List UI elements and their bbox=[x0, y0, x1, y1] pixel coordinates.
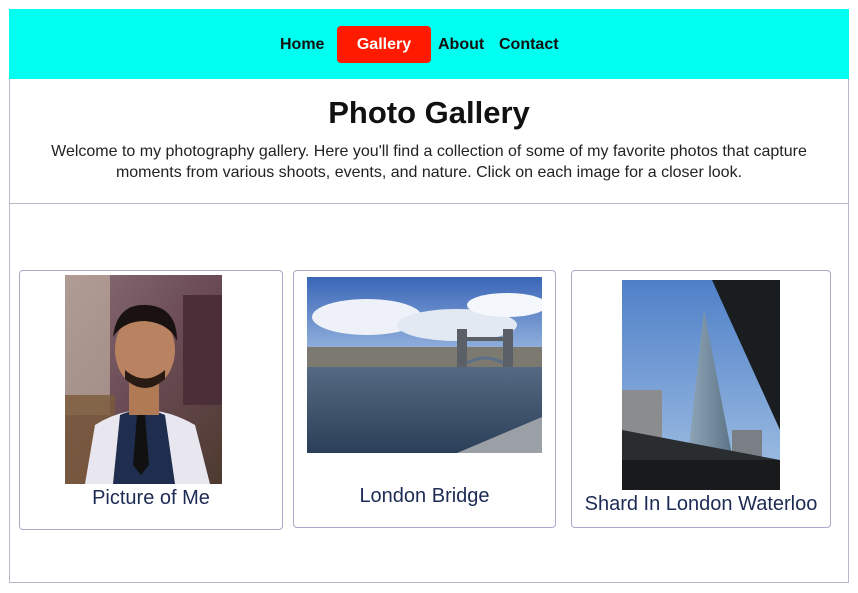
gallery-header: Photo Gallery Welcome to my photography … bbox=[9, 79, 849, 204]
shard-photo[interactable] bbox=[622, 280, 780, 490]
bridge-image bbox=[307, 277, 542, 453]
nav-about-link[interactable]: About bbox=[438, 26, 484, 63]
shard-image bbox=[622, 280, 780, 490]
page-title: Photo Gallery bbox=[328, 95, 530, 130]
top-nav: Home Gallery About Contact bbox=[9, 9, 849, 79]
nav-contact-link[interactable]: Contact bbox=[499, 26, 559, 63]
portrait-photo[interactable] bbox=[65, 275, 222, 484]
portrait-image bbox=[65, 275, 222, 484]
bridge-photo[interactable] bbox=[307, 277, 542, 453]
photo-card-me[interactable]: Picture of Me bbox=[19, 270, 283, 530]
photo-caption: Shard In London Waterloo bbox=[584, 493, 818, 515]
nav-gallery-link[interactable]: Gallery bbox=[337, 26, 431, 63]
photo-caption: London Bridge bbox=[359, 485, 490, 507]
photo-caption: Picture of Me bbox=[92, 487, 210, 509]
photo-card-shard[interactable]: Shard In London Waterloo bbox=[571, 270, 831, 528]
photo-card-bridge[interactable]: London Bridge bbox=[293, 270, 556, 528]
intro-text: Welcome to my photography gallery. Here … bbox=[51, 143, 807, 181]
nav-home-link[interactable]: Home bbox=[280, 26, 324, 63]
